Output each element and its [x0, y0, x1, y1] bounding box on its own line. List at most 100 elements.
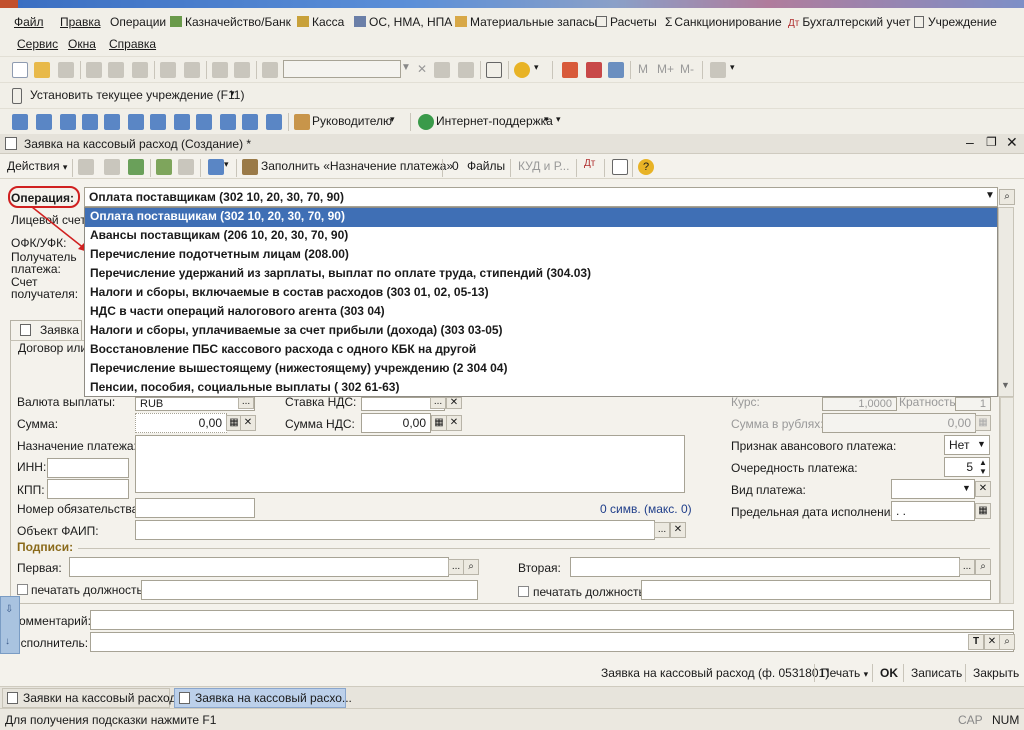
- calendar-icon[interactable]: ▦: [975, 503, 991, 519]
- copy-icon[interactable]: [108, 62, 124, 78]
- minimize-icon[interactable]: –: [966, 134, 974, 150]
- undo-icon[interactable]: [212, 62, 228, 78]
- obligation-field[interactable]: [135, 498, 255, 518]
- operation-option[interactable]: Перечисление вышестоящему (нижестоящему)…: [85, 360, 997, 379]
- add-icon[interactable]: [78, 159, 94, 175]
- paste-icon[interactable]: [132, 62, 148, 78]
- print-position-checkbox-2[interactable]: [518, 586, 529, 597]
- find-next-icon[interactable]: [434, 62, 450, 78]
- search-dropdown-icon[interactable]: ▼: [401, 62, 417, 78]
- operation-option[interactable]: Налоги и сборы, уплачиваемые за счет при…: [85, 322, 997, 341]
- find-prev-icon[interactable]: [458, 62, 474, 78]
- text-icon[interactable]: T: [968, 634, 984, 650]
- set-institution-button[interactable]: Установить текущее учреждение (F11): [30, 88, 244, 102]
- report-icon[interactable]: [36, 114, 52, 130]
- menu-edit[interactable]: Правка: [60, 15, 101, 29]
- redo-icon[interactable]: [234, 62, 250, 78]
- fill-purpose-button[interactable]: Заполнить «Назначение платежа»: [261, 159, 453, 173]
- task-requests-list[interactable]: Заявки на кассовый расход: [2, 688, 176, 708]
- select-button[interactable]: ...: [959, 559, 975, 575]
- menu-accounting[interactable]: Дт Бухгалтерский учет: [788, 15, 910, 29]
- purpose-textarea[interactable]: [135, 435, 685, 493]
- windows-icon[interactable]: [486, 62, 502, 78]
- menu-cash[interactable]: Касса: [297, 15, 344, 29]
- chevron-down-icon[interactable]: ▼: [977, 439, 986, 449]
- operation-option[interactable]: Пенсии, пособия, социальные выплаты ( 30…: [85, 379, 997, 398]
- sum-field[interactable]: 0,00: [135, 413, 227, 433]
- menu-settlements[interactable]: Расчеты: [596, 15, 657, 29]
- second-position-field[interactable]: [641, 580, 991, 600]
- close-icon[interactable]: ✕: [1006, 134, 1018, 151]
- find-icon[interactable]: [262, 62, 278, 78]
- kpp-field[interactable]: [47, 479, 129, 499]
- close-button[interactable]: Закрыть: [973, 666, 1019, 680]
- dropdown-scrollbar[interactable]: [998, 207, 1014, 397]
- chevron-down-icon[interactable]: ▾: [390, 114, 406, 130]
- clear-icon[interactable]: ✕: [446, 397, 462, 409]
- info-icon[interactable]: [514, 62, 530, 78]
- first-position-field[interactable]: [141, 580, 478, 600]
- memory-plus-icon[interactable]: M+: [657, 62, 674, 76]
- print-position-checkbox-1[interactable]: [17, 584, 28, 595]
- cut-icon[interactable]: [86, 62, 102, 78]
- menu-service[interactable]: Сервис: [17, 37, 58, 51]
- clear-icon[interactable]: ✕: [984, 634, 1000, 650]
- help-icon[interactable]: ?: [638, 159, 654, 175]
- report-icon[interactable]: [242, 114, 258, 130]
- operation-option[interactable]: Перечисление подотчетным лицам (208.00): [85, 246, 997, 265]
- chevron-down-icon[interactable]: ▼: [962, 483, 971, 493]
- faip-field[interactable]: [135, 520, 655, 540]
- deadline-field[interactable]: . .: [891, 501, 975, 521]
- menu-institution[interactable]: Учреждение: [914, 15, 997, 29]
- search-icon[interactable]: ⌕: [975, 559, 991, 575]
- search-clear-icon[interactable]: ✕: [417, 62, 433, 78]
- print-menu-button[interactable]: Печать ▾: [821, 666, 868, 680]
- operation-option[interactable]: Восстановление ПБС кассового расхода с о…: [85, 341, 997, 360]
- report-icon[interactable]: [82, 114, 98, 130]
- executor-field[interactable]: [90, 632, 1014, 652]
- calendar-icon[interactable]: [586, 62, 602, 78]
- new-document-icon[interactable]: [12, 62, 28, 78]
- tools-icon[interactable]: [710, 62, 726, 78]
- users-icon[interactable]: [608, 62, 624, 78]
- chevron-down-icon[interactable]: ▾: [534, 62, 550, 78]
- operation-option[interactable]: Перечисление удержаний из зарплаты, выпл…: [85, 265, 997, 284]
- search-icon[interactable]: ⌕: [999, 189, 1015, 205]
- calculator-icon[interactable]: ▦: [431, 415, 447, 431]
- copy-icon[interactable]: [104, 159, 120, 175]
- report-icon[interactable]: [104, 114, 120, 130]
- select-button[interactable]: ...: [430, 397, 446, 409]
- search-icon[interactable]: ⌕: [999, 634, 1015, 650]
- select-button[interactable]: ...: [654, 522, 670, 538]
- select-button[interactable]: ...: [238, 397, 254, 409]
- report-icon[interactable]: [196, 114, 212, 130]
- menu-help[interactable]: Справка: [109, 37, 156, 51]
- open-folder-icon[interactable]: [34, 62, 50, 78]
- clear-icon[interactable]: ✕: [446, 415, 462, 431]
- internet-support-button[interactable]: Интернет-поддержка: [436, 114, 553, 128]
- menu-operations[interactable]: Операции: [110, 15, 166, 29]
- form-scrollbar[interactable]: [1000, 397, 1014, 604]
- print-preview-icon[interactable]: [184, 62, 200, 78]
- scroll-down-icon[interactable]: ▼: [1001, 380, 1010, 390]
- unpost-icon[interactable]: [178, 159, 194, 175]
- second-signature-field[interactable]: [570, 557, 960, 577]
- report-icon[interactable]: [266, 114, 282, 130]
- report-icon[interactable]: [174, 114, 190, 130]
- post-icon[interactable]: [156, 159, 172, 175]
- kud-button[interactable]: КУД и Р...: [518, 159, 569, 173]
- task-request-document[interactable]: Заявка на кассовый расхо...: [174, 688, 352, 708]
- files-button[interactable]: Файлы: [467, 159, 505, 173]
- actions-menu[interactable]: Действия ▾: [7, 159, 67, 173]
- report-icon[interactable]: [220, 114, 236, 130]
- ok-button[interactable]: OK: [880, 666, 898, 680]
- print-form-link[interactable]: Заявка на кассовый расход (ф. 0531801): [601, 666, 829, 680]
- memory-m-icon[interactable]: M: [638, 62, 648, 76]
- print-icon[interactable]: [160, 62, 176, 78]
- operation-option[interactable]: Оплата поставщикам (302 10, 20, 30, 70, …: [85, 208, 997, 227]
- operation-select[interactable]: Оплата поставщикам (302 10, 20, 30, 70, …: [84, 187, 998, 207]
- accounting-entries-icon[interactable]: Дт: [584, 158, 595, 169]
- menu-file[interactable]: Файл: [6, 15, 44, 29]
- select-button[interactable]: ...: [448, 559, 464, 575]
- chevron-down-icon[interactable]: ▾: [224, 159, 240, 175]
